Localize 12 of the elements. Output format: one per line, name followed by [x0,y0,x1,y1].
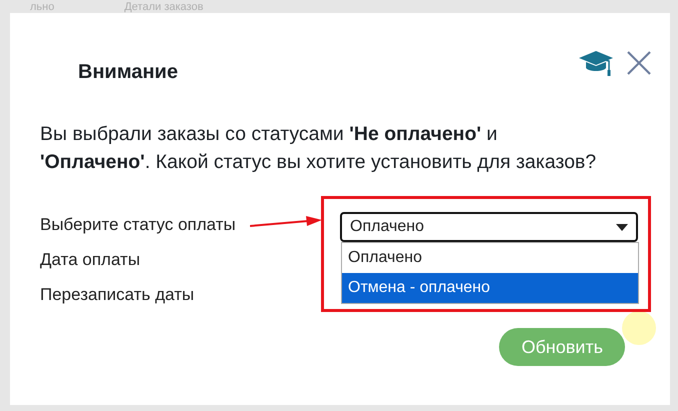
status-select[interactable]: Оплачено [340,212,638,242]
close-icon[interactable] [626,50,652,76]
field-label: Дата оплаты [40,249,140,271]
field-label: Перезаписать даты [40,284,194,306]
caret-icon [616,224,628,230]
dropdown-option[interactable]: Отмена - оплачено [342,273,638,303]
cursor-highlight [622,311,656,345]
dialog-title: Внимание [78,61,178,84]
annotation-arrow [250,215,322,229]
dialog-message: Вы выбрали заказы со статусами 'Не оплачено' и 'Оплачено'. Какой статус вы хотите установить для заказов? [40,122,598,175]
graduation-cap-icon[interactable] [578,48,614,76]
field-label: Выберите статус оплаты [40,214,236,236]
